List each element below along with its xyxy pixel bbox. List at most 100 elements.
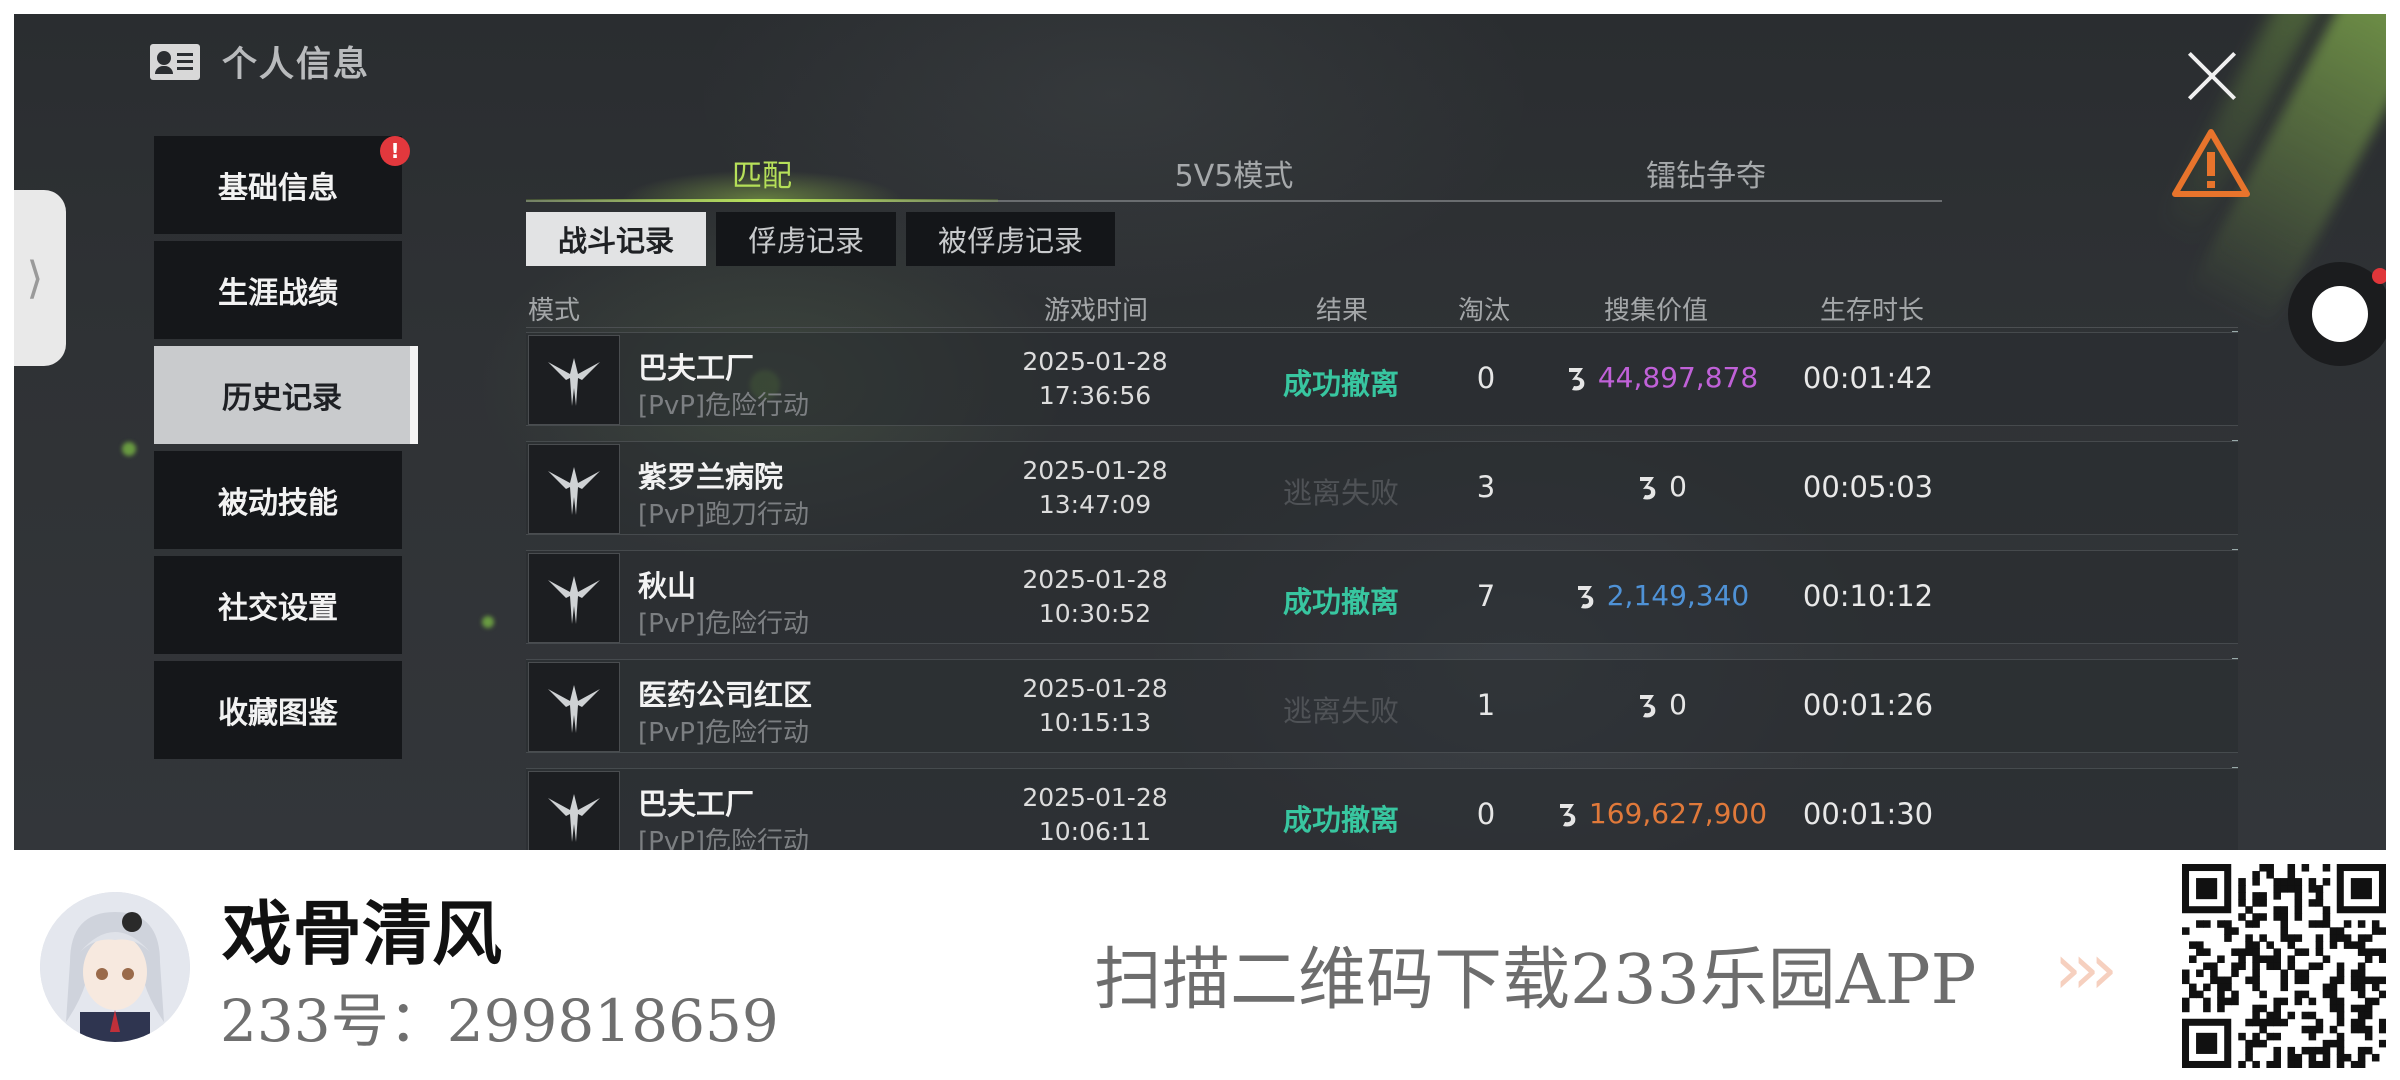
column-header-result: 结果: [1316, 296, 1369, 326]
map-name: 巴夫工厂: [638, 787, 755, 821]
qr-code[interactable]: [2182, 864, 2387, 1069]
result-status: 成功撤离: [1282, 803, 1399, 837]
table-row[interactable]: 医药公司红区 [PvP]危险行动 2025-01-28 10:15:13 逃离失败…: [526, 658, 2238, 753]
currency-icon: [1640, 476, 1656, 499]
record-list: 巴夫工厂 [PvP]危险行动 2025-01-28 17:36:56 成功撤离 0…: [526, 331, 2238, 850]
id-card-icon: [150, 43, 200, 80]
column-header-value: 搜集价值: [1604, 296, 1709, 326]
mode-tabs: 匹配 5V5模式 镭钻争夺: [526, 146, 1942, 202]
collected-value: 0: [1546, 470, 1776, 503]
sidebar-item-history[interactable]: 历史记录: [154, 346, 418, 444]
survival-time: 00:05:03: [1802, 470, 1934, 504]
mode-emblem-icon: [528, 771, 620, 850]
particle: [482, 616, 494, 628]
page-title: 个人信息: [222, 45, 371, 85]
chevron-right-icon: ⟩: [26, 252, 44, 304]
collected-value: 44,897,878: [1546, 361, 1776, 394]
result-status: 逃离失败: [1282, 476, 1399, 510]
mode-name: [PvP]危险行动: [638, 609, 810, 639]
alert-badge: !: [380, 136, 410, 166]
result-status: 逃离失败: [1282, 694, 1399, 728]
mode-emblem-icon: [528, 553, 620, 643]
currency-icon: [1640, 694, 1656, 717]
survival-time: 00:01:26: [1802, 688, 1934, 722]
map-name: 巴夫工厂: [638, 351, 755, 385]
currency-icon: [1577, 585, 1594, 608]
map-name: 秋山: [638, 569, 697, 603]
sidebar-menu: 基础信息 ! 生涯战绩 历史记录 被动技能 社交设置 收藏图鉴: [154, 136, 418, 766]
result-status: 成功撤离: [1282, 585, 1399, 619]
chevrons-icon: ›››: [2054, 928, 2118, 1010]
result-status: 成功撤离: [1282, 367, 1399, 401]
survival-time: 00:10:12: [1802, 579, 1934, 613]
sidebar-item-collection[interactable]: 收藏图鉴: [154, 661, 402, 759]
particle: [122, 442, 136, 456]
record-tabs: 战斗记录 俘虏记录 被俘虏记录: [526, 212, 1116, 266]
tab-capture-records[interactable]: 俘虏记录: [716, 212, 897, 266]
mode-name: [PvP]危险行动: [638, 718, 810, 748]
game-time: 2025-01-28 13:47:09: [1022, 456, 1168, 519]
close-icon[interactable]: [2176, 40, 2248, 112]
tab-match[interactable]: 匹配: [526, 146, 998, 202]
tab-captured-records[interactable]: 被俘虏记录: [906, 212, 1116, 266]
column-header-survival: 生存时长: [1820, 296, 1925, 326]
map-name: 紫罗兰病院: [638, 460, 784, 494]
sidebar-item-label: 社交设置: [218, 591, 338, 626]
game-time: 2025-01-28 17:36:56: [1022, 347, 1168, 410]
side-drawer-toggle[interactable]: ⟩: [14, 190, 66, 366]
survival-time: 00:01:30: [1802, 797, 1934, 831]
sidebar-item-career[interactable]: 生涯战绩: [154, 241, 402, 339]
kill-count: 0: [1476, 797, 1496, 831]
notification-dot: [2372, 268, 2386, 284]
table-row[interactable]: 秋山 [PvP]危险行动 2025-01-28 10:30:52 成功撤离 7 2…: [526, 549, 2238, 644]
game-time: 2025-01-28 10:15:13: [1022, 674, 1168, 737]
promo-banner: 戏骨清风 233号：299818659 扫描二维码下载233乐园APP ›››: [0, 850, 2400, 1080]
circle-icon: [2312, 286, 2368, 342]
table-row[interactable]: 紫罗兰病院 [PvP]跑刀行动 2025-01-28 13:47:09 逃离失败 …: [526, 440, 2238, 535]
table-row[interactable]: 巴夫工厂 [PvP]危险行动 2025-01-28 10:06:11 成功撤离 0…: [526, 767, 2238, 850]
mode-emblem-icon: [528, 662, 620, 752]
column-header-mode: 模式: [528, 296, 581, 326]
table-header: 模式 游戏时间 结果 淘汰 搜集价值 生存时长: [526, 282, 2238, 328]
warning-icon[interactable]: [2171, 128, 2251, 198]
game-time: 2025-01-28 10:06:11: [1022, 783, 1168, 846]
sidebar-item-basic-info[interactable]: 基础信息 !: [154, 136, 410, 234]
mode-emblem-icon: [528, 335, 620, 425]
survival-time: 00:01:42: [1802, 361, 1934, 395]
column-header-kills: 淘汰: [1458, 296, 1511, 326]
tab-diamond[interactable]: 镭钻争夺: [1470, 146, 1942, 200]
game-time: 2025-01-28 10:30:52: [1022, 565, 1168, 628]
tab-5v5[interactable]: 5V5模式: [998, 146, 1470, 200]
currency-icon: [1559, 803, 1576, 826]
sidebar-item-label: 历史记录: [222, 381, 342, 416]
page-header: 个人信息: [150, 36, 370, 87]
collected-value: 2,149,340: [1546, 579, 1776, 612]
avatar[interactable]: [40, 892, 190, 1042]
kill-count: 1: [1476, 688, 1496, 722]
sidebar-item-social-settings[interactable]: 社交设置: [154, 556, 402, 654]
mode-name: [PvP]危险行动: [638, 391, 810, 421]
mode-emblem-icon: [528, 444, 620, 534]
column-header-game-time: 游戏时间: [1044, 296, 1149, 326]
tab-battle-records[interactable]: 战斗记录: [526, 212, 707, 266]
sidebar-item-label: 被动技能: [218, 486, 338, 521]
sidebar-item-label: 收藏图鉴: [218, 696, 338, 731]
floating-button[interactable]: [2288, 262, 2386, 366]
collected-value: 0: [1546, 688, 1776, 721]
kill-count: 0: [1476, 361, 1496, 395]
game-screen: 个人信息 ⟩ 基础信息 ! 生涯战绩 历史记录 被动技能 社交设置 收藏图鉴 匹…: [14, 14, 2386, 850]
author-id: 233号：299818659: [220, 987, 779, 1055]
kill-count: 3: [1476, 470, 1496, 504]
currency-icon: [1568, 367, 1585, 390]
map-name: 医药公司红区: [638, 678, 813, 712]
sidebar-item-label: 基础信息: [218, 171, 338, 206]
collected-value: 169,627,900: [1546, 797, 1776, 830]
kill-count: 7: [1476, 579, 1496, 613]
mode-name: [PvP]跑刀行动: [638, 500, 810, 530]
sidebar-item-passive-skills[interactable]: 被动技能: [154, 451, 402, 549]
table-row[interactable]: 巴夫工厂 [PvP]危险行动 2025-01-28 17:36:56 成功撤离 0…: [526, 331, 2238, 426]
author-name: 戏骨清风: [222, 892, 502, 975]
download-prompt: 扫描二维码下载233乐园APP: [1094, 941, 1977, 1020]
mode-name: [PvP]危险行动: [638, 827, 810, 850]
sidebar-item-label: 生涯战绩: [218, 276, 338, 311]
